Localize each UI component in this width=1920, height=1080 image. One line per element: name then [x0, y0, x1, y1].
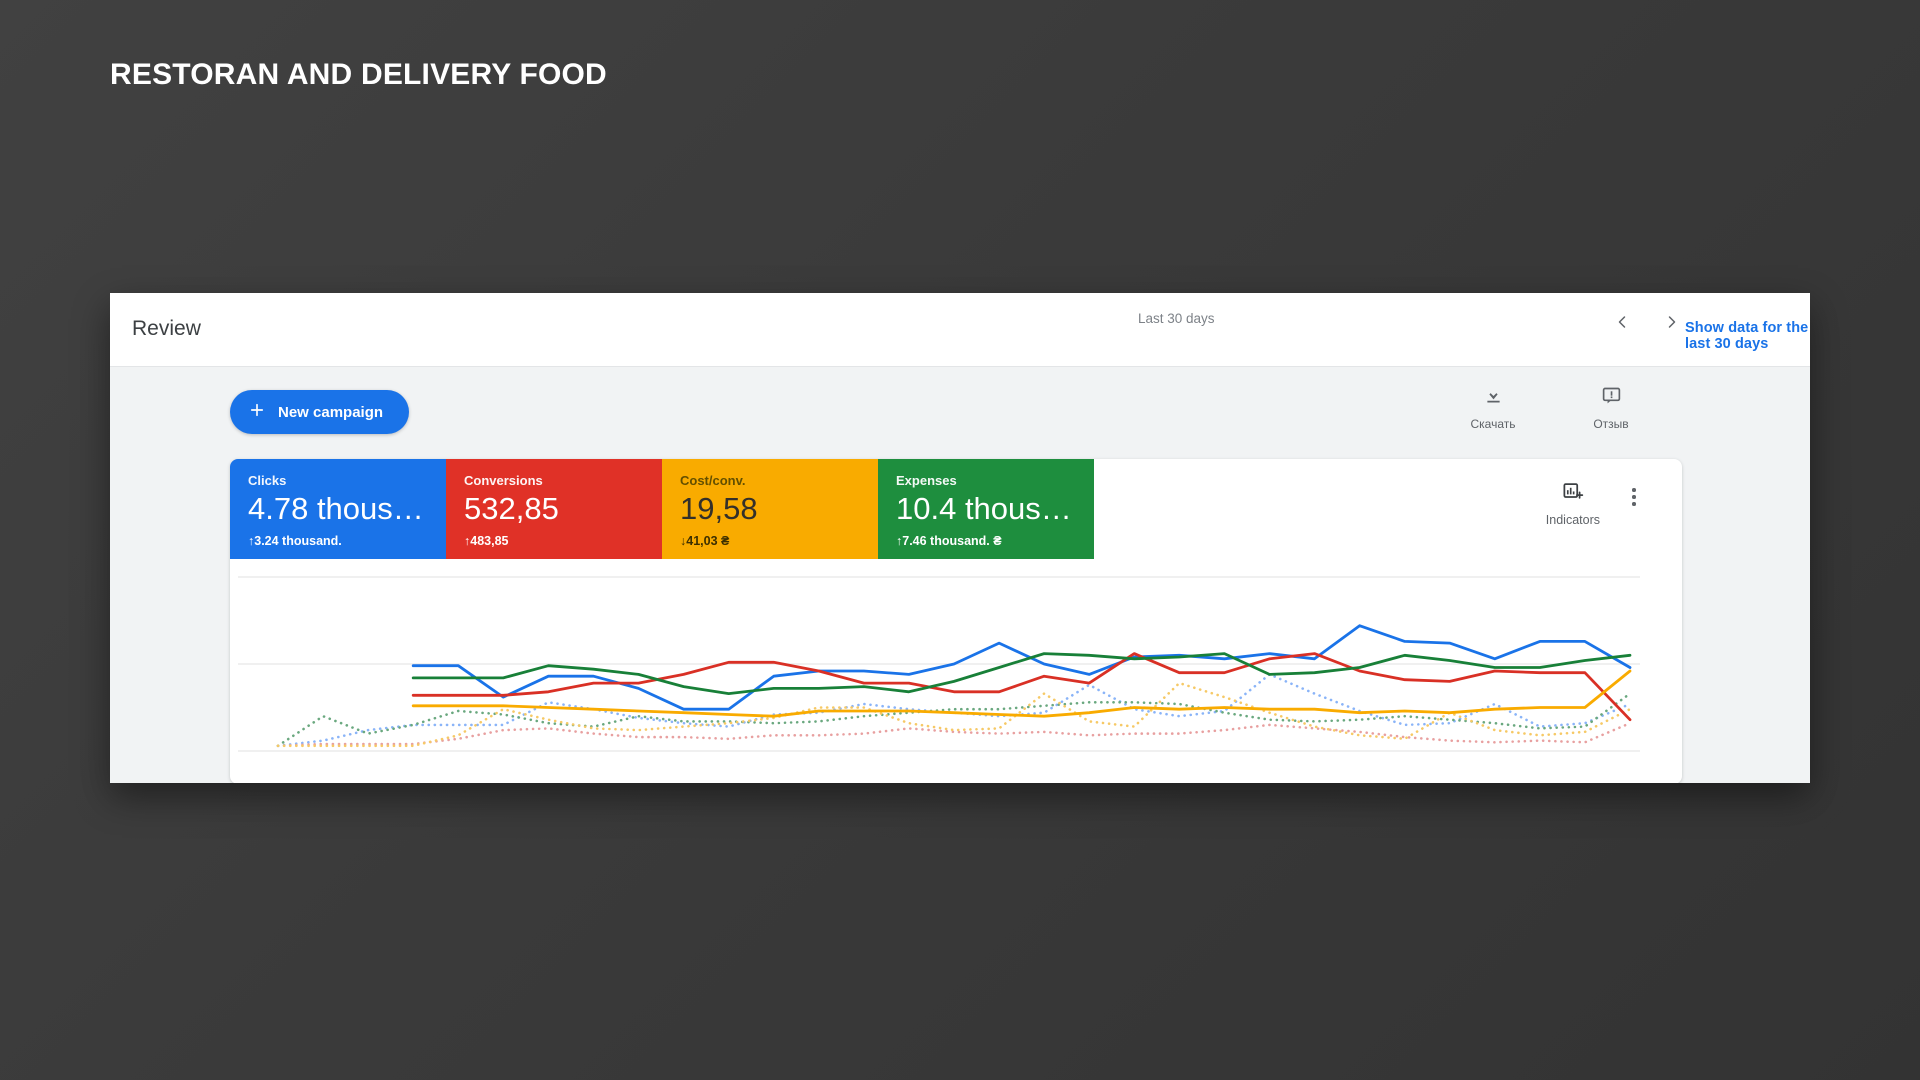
- metric-tiles: Clicks 4.78 thous… ↑3.24 thousand. Conve…: [230, 459, 1682, 559]
- chevron-right-icon: [1662, 312, 1682, 332]
- indicators-button[interactable]: Indicators: [1546, 481, 1600, 527]
- kebab-dot: [1632, 488, 1636, 492]
- metric-delta: ↑3.24 thousand.: [248, 534, 446, 548]
- metric-value: 19,58: [680, 491, 758, 526]
- prev-period-button[interactable]: [1605, 305, 1639, 339]
- chevron-left-icon: [1612, 312, 1632, 332]
- metric-label: Conversions: [464, 473, 543, 488]
- metric-tile-expenses[interactable]: Expenses 10.4 thous… ↑7.46 thousand. ₴: [878, 459, 1094, 559]
- page-title: RESTORAN AND DELIVERY FOOD: [110, 58, 607, 91]
- slide-root: RESTORAN AND DELIVERY FOOD Review Last 3…: [0, 0, 1920, 1080]
- metric-tile-conversions[interactable]: Conversions 532,85 ↑483,85: [446, 459, 662, 559]
- metric-tile-clicks[interactable]: Clicks 4.78 thous… ↑3.24 thousand.: [230, 459, 446, 559]
- new-campaign-label: New campaign: [278, 403, 384, 421]
- toolbar-actions: Скачать Отзыв: [1464, 385, 1640, 431]
- download-icon: [1483, 385, 1504, 411]
- download-label: Скачать: [1470, 417, 1516, 431]
- feedback-button[interactable]: Отзыв: [1582, 385, 1640, 431]
- chart-series-line: [411, 652, 1632, 695]
- show-data-link[interactable]: Show data for the last 30 days: [1685, 320, 1810, 352]
- new-campaign-button[interactable]: New campaign: [230, 390, 410, 434]
- chart-svg: [238, 576, 1640, 752]
- overview-chart-card: Clicks 4.78 thous… ↑3.24 thousand. Conve…: [230, 459, 1682, 783]
- kebab-dot: [1632, 495, 1636, 499]
- metric-label: Clicks: [248, 473, 287, 488]
- metric-delta-value: 3.24 thousand.: [254, 534, 342, 548]
- action-bar: New campaign Скачать Отзыв Clicks 4.78 t…: [110, 367, 1810, 783]
- download-button[interactable]: Скачать: [1464, 385, 1522, 431]
- date-nav: [1605, 305, 1689, 339]
- next-period-button[interactable]: [1655, 305, 1689, 339]
- panel-header: Review Last 30 days Show data for the la…: [110, 293, 1810, 367]
- kebab-dot: [1632, 502, 1636, 506]
- add-chart-icon: [1562, 481, 1584, 508]
- metric-delta-value: 7.46 thousand. ₴: [902, 534, 1002, 548]
- indicators-label: Indicators: [1545, 513, 1600, 527]
- metric-value: 4.78 thous…: [248, 491, 424, 526]
- more-vert-icon[interactable]: [1622, 485, 1646, 509]
- google-ads-panel: Review Last 30 days Show data for the la…: [110, 293, 1810, 783]
- metric-delta-value: 41,03 ₴: [686, 534, 730, 548]
- feedback-label: Отзыв: [1593, 417, 1629, 431]
- date-range-label: Last 30 days: [1138, 311, 1215, 326]
- metric-delta-value: 483,85: [470, 534, 509, 548]
- metric-delta: ↓41,03 ₴: [680, 534, 878, 548]
- metric-label: Cost/conv.: [680, 473, 746, 488]
- performance-line-chart: [230, 559, 1682, 783]
- panel-title: Review: [132, 317, 201, 340]
- metric-tile-cost-per-conv[interactable]: Cost/conv. 19,58 ↓41,03 ₴: [662, 459, 878, 559]
- feedback-icon: [1601, 385, 1622, 411]
- metric-label: Expenses: [896, 473, 957, 488]
- metric-value: 10.4 thous…: [896, 491, 1072, 526]
- metric-delta: ↑483,85: [464, 534, 662, 548]
- chart-series-line: [411, 624, 1632, 711]
- chart-series-line: [276, 673, 1632, 748]
- plus-icon: [248, 401, 266, 423]
- metric-value: 532,85: [464, 491, 559, 526]
- metric-delta: ↑7.46 thousand. ₴: [896, 534, 1094, 548]
